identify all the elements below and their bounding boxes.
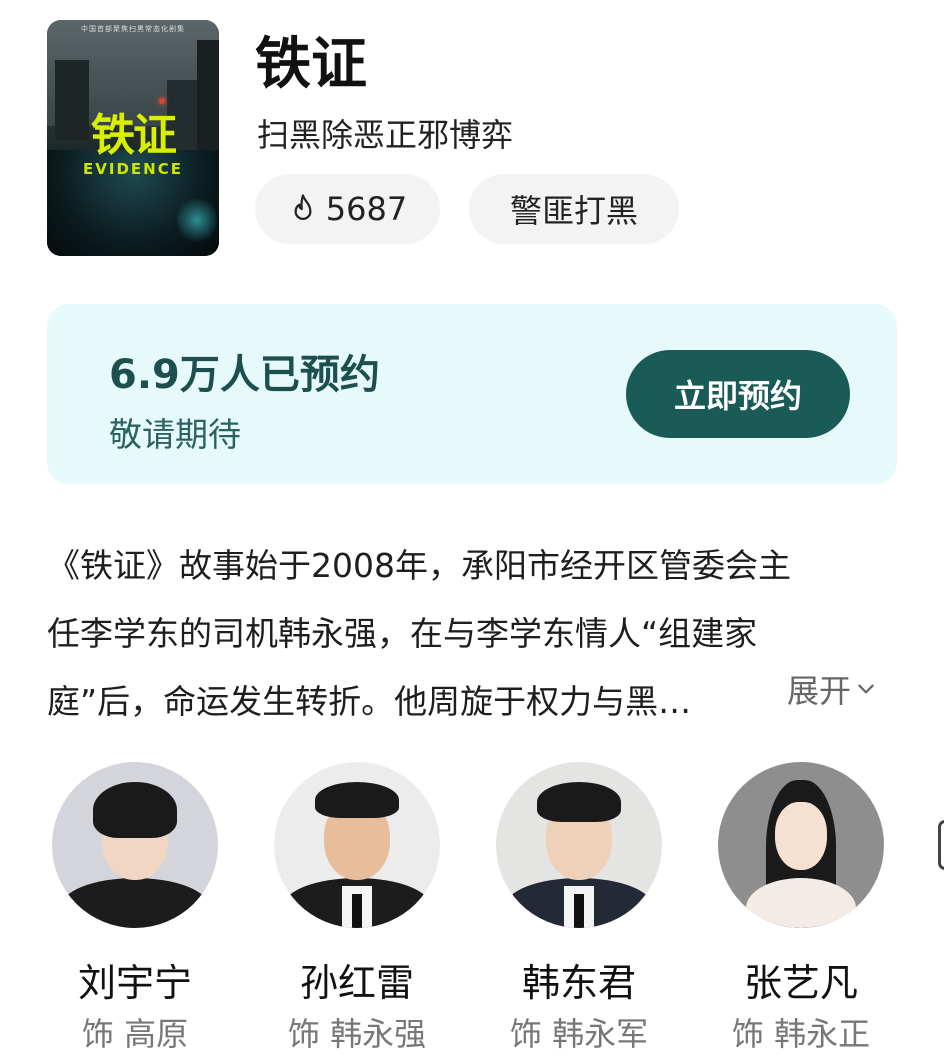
poster-glow bbox=[177, 195, 217, 245]
reservation-subtext: 敬请期待 bbox=[109, 415, 241, 454]
cast-name: 孙红雷 bbox=[299, 961, 414, 1005]
cast-member[interactable]: 刘宇宁 饰 高原 bbox=[45, 762, 225, 1055]
cast-name: 张艺凡 bbox=[743, 961, 858, 1005]
expand-label: 展开 bbox=[787, 672, 852, 710]
cast-role: 饰 高原 bbox=[81, 1015, 189, 1053]
avatar-hair bbox=[93, 782, 177, 838]
synopsis-text[interactable]: 《铁证》故事始于2008年，承阳市经开区管委会主 任李学东的司机韩永强，在与李学… bbox=[47, 532, 897, 736]
cast-name: 刘宇宁 bbox=[77, 961, 192, 1005]
poster-english-title: EVIDENCE bbox=[83, 160, 183, 178]
show-detail-page: 中国首部聚焦扫黑常态化剧集 铁证 EVIDENCE 铁证 扫黑除恶正邪博弈 56… bbox=[0, 0, 944, 1059]
avatar bbox=[718, 762, 884, 928]
cast-member[interactable]: 韩东君 饰 韩永军 bbox=[489, 762, 669, 1055]
heat-value: 5687 bbox=[325, 190, 408, 228]
avatar bbox=[496, 762, 662, 928]
cast-name: 韩东君 bbox=[521, 961, 636, 1005]
avatar-body bbox=[60, 878, 210, 928]
poster-title: 铁证 bbox=[91, 110, 177, 161]
reservation-count: 6.9万人已预约 bbox=[109, 352, 380, 398]
cast-member[interactable]: 张艺凡 饰 韩永正 bbox=[711, 762, 891, 1055]
show-title: 铁证 bbox=[255, 32, 367, 97]
avatar-tie bbox=[574, 894, 584, 928]
expand-synopsis-button[interactable]: 展开 bbox=[787, 666, 877, 712]
poster-traffic-light bbox=[159, 98, 165, 104]
show-subtitle: 扫黑除恶正邪博弈 bbox=[257, 116, 514, 154]
heat-chip[interactable]: 5687 bbox=[255, 174, 440, 244]
cast-role: 饰 韩永正 bbox=[731, 1015, 871, 1053]
side-drawer-handle[interactable] bbox=[938, 820, 944, 870]
fire-icon bbox=[294, 194, 312, 220]
genre-tag-chip[interactable]: 警匪打黑 bbox=[469, 174, 679, 244]
avatar-body bbox=[746, 878, 856, 928]
avatar-tie bbox=[352, 894, 362, 928]
cast-member[interactable]: 孙红雷 饰 韩永强 bbox=[267, 762, 447, 1055]
avatar bbox=[52, 762, 218, 928]
chevron-down-icon bbox=[858, 684, 874, 694]
synopsis-line: 任李学东的司机韩永强，在与李学东情人“组建家 bbox=[47, 614, 758, 653]
synopsis-line: 《铁证》故事始于2008年，承阳市经开区管委会主 bbox=[47, 546, 791, 585]
cast-role: 饰 韩永军 bbox=[509, 1015, 649, 1053]
genre-tag-label: 警匪打黑 bbox=[509, 192, 638, 230]
avatar-face bbox=[775, 802, 827, 870]
avatar bbox=[274, 762, 440, 928]
avatar-hair bbox=[537, 782, 621, 822]
poster-tagline: 中国首部聚焦扫黑常态化剧集 bbox=[81, 25, 185, 33]
cast-role: 饰 韩永强 bbox=[287, 1015, 427, 1053]
synopsis-line: 庭”后，命运发生转折。他周旋于权力与黑… bbox=[47, 682, 692, 721]
avatar-hair bbox=[315, 782, 399, 818]
reserve-now-button[interactable]: 立即预约 bbox=[626, 350, 850, 438]
show-poster[interactable]: 中国首部聚焦扫黑常态化剧集 铁证 EVIDENCE bbox=[47, 20, 219, 256]
reservation-banner: 6.9万人已预约 敬请期待 立即预约 bbox=[47, 304, 897, 484]
